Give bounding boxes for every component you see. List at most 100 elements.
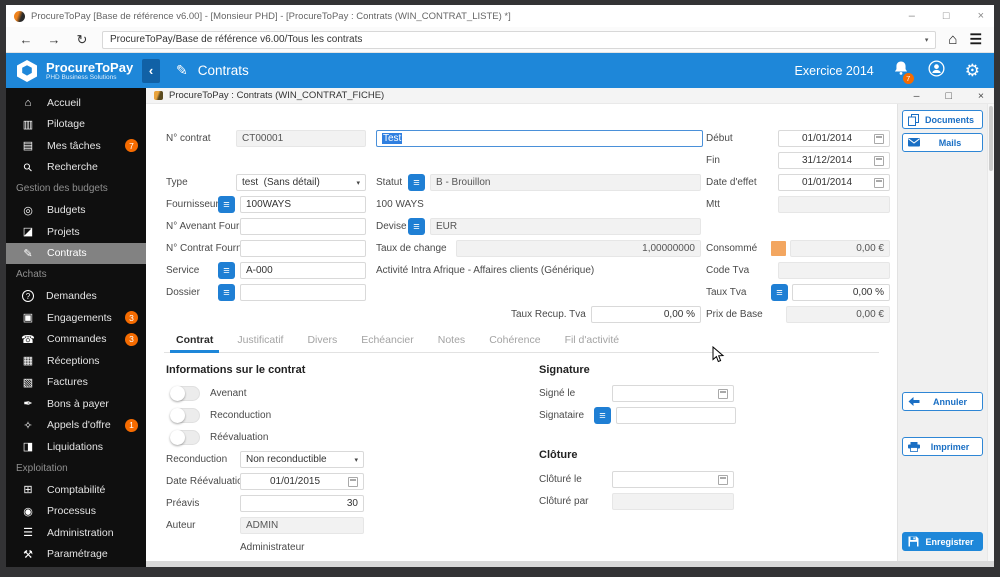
calendar-icon[interactable] <box>718 388 728 399</box>
devise-field[interactable]: EUR <box>430 218 701 235</box>
sidebar-item-engagements[interactable]: ▣ Engagements 3 <box>6 307 146 329</box>
service-lookup-icon[interactable]: ≡ <box>218 262 235 279</box>
inner-minimize-icon[interactable]: – <box>914 90 920 102</box>
calendar-icon[interactable] <box>718 474 728 485</box>
reconduction-dropdown[interactable]: Non reconductible ▾ <box>240 451 364 468</box>
auteur-fullname: Administrateur <box>240 542 305 553</box>
page-title: Contrats <box>197 63 249 78</box>
signataire-field[interactable] <box>616 407 736 424</box>
imprimer-button[interactable]: Imprimer <box>902 437 983 456</box>
close-icon[interactable]: × <box>978 5 984 27</box>
sidebar-item-liquidations[interactable]: ◨ Liquidations <box>6 436 146 458</box>
inner-maximize-icon[interactable]: □ <box>946 90 952 102</box>
vertical-scrollbar[interactable] <box>987 104 994 561</box>
home-icon: ⌂ <box>24 96 32 109</box>
taux-recup-field[interactable]: 0,00 % <box>591 306 701 323</box>
calendar-icon[interactable] <box>874 177 884 188</box>
tab-justificatif[interactable]: Justificatif <box>225 328 295 352</box>
fournisseur-field[interactable]: 100WAYS <box>240 196 366 213</box>
sidebar-item-receptions[interactable]: ▦ Réceptions <box>6 350 146 372</box>
tab-fil-activite[interactable]: Fil d'activité <box>553 328 632 352</box>
sidebar-item-administration[interactable]: ☰ Administration <box>6 522 146 544</box>
mtt-field[interactable] <box>778 196 890 213</box>
sidebar-item-demandes[interactable]: ? Demandes <box>6 286 146 308</box>
menu-icon[interactable]: ☰ <box>969 31 982 48</box>
dossier-lookup-icon[interactable]: ≡ <box>218 284 235 301</box>
inner-close-icon[interactable]: × <box>978 90 984 102</box>
sidebar-item-commandes[interactable]: ☎ Commandes 3 <box>6 329 146 351</box>
statut-field[interactable]: B - Brouillon <box>430 174 701 191</box>
titre-field[interactable]: Test <box>376 130 703 147</box>
taux-change-field[interactable]: 1,00000000 <box>456 240 701 257</box>
calendar-icon[interactable] <box>348 476 358 487</box>
num-contrat-field[interactable]: CT00001 <box>236 130 366 147</box>
sidebar-item-pilotage[interactable]: ▥ Pilotage <box>6 114 146 136</box>
taux-tva-lookup-icon[interactable]: ≡ <box>771 284 788 301</box>
exercice-selector[interactable]: Exercice 2014 <box>795 64 874 78</box>
reevaluation-toggle[interactable] <box>170 430 200 445</box>
date-effet-label: Date d'effet <box>706 177 757 188</box>
back-icon[interactable]: ← <box>18 32 34 47</box>
service-field[interactable]: A-000 <box>240 262 366 279</box>
maximize-icon[interactable]: □ <box>943 5 950 27</box>
tab-notes[interactable]: Notes <box>426 328 477 352</box>
avenant-toggle[interactable] <box>170 386 200 401</box>
sidebar-item-factures[interactable]: ▧ Factures <box>6 372 146 394</box>
sidebar-item-accueil[interactable]: ⌂ Accueil <box>6 92 146 114</box>
sidebar-item-contrats[interactable]: ✎ Contrats <box>6 242 146 264</box>
forward-icon[interactable]: → <box>46 32 62 47</box>
devise-lookup-icon[interactable]: ≡ <box>408 218 425 235</box>
sidebar-item-bons-a-payer[interactable]: ✒ Bons à payer <box>6 393 146 415</box>
sidebar-item-budgets[interactable]: ◎ Budgets <box>6 200 146 222</box>
reconduction-toggle[interactable] <box>170 408 200 423</box>
num-contrat-label: N° contrat <box>166 133 211 144</box>
gear-icon: ⚙ <box>964 60 980 80</box>
sidebar-item-processus[interactable]: ◉ Processus <box>6 501 146 523</box>
cloture-le-field[interactable] <box>612 471 734 488</box>
notifications-button[interactable]: 7 <box>894 61 914 84</box>
debut-field[interactable]: 01/01/2014 <box>778 130 890 147</box>
fin-field[interactable]: 31/12/2014 <box>778 152 890 169</box>
sidebar-item-appels-offre[interactable]: ✧ Appels d'offre 1 <box>6 415 146 437</box>
documents-button[interactable]: Documents <box>902 110 983 129</box>
user-button[interactable] <box>928 59 945 82</box>
window-title: ProcureToPay [Base de référence v6.00] -… <box>31 10 511 22</box>
sidebar-item-comptabilite[interactable]: ⊞ Comptabilité <box>6 479 146 501</box>
tab-echeancier[interactable]: Echéancier <box>349 328 426 352</box>
calendar-icon[interactable] <box>874 133 884 144</box>
avenant-fournisseur-field[interactable] <box>240 218 366 235</box>
contrat-fournisseur-field[interactable] <box>240 240 366 257</box>
home-icon[interactable]: ⌂ <box>948 31 957 48</box>
code-tva-field[interactable] <box>778 262 890 279</box>
annuler-button[interactable]: Annuler <box>902 392 983 411</box>
settings-button[interactable]: ⚙ <box>965 61 980 81</box>
sidebar-item-projets[interactable]: ◪ Projets <box>6 221 146 243</box>
type-dropdown[interactable]: test (Sans détail) ▾ <box>236 174 366 191</box>
taux-tva-field[interactable]: 0,00 % <box>792 284 890 301</box>
calendar-icon[interactable] <box>874 155 884 166</box>
preavis-field[interactable]: 30 <box>240 495 364 512</box>
mails-button[interactable]: Mails <box>902 133 983 152</box>
sidebar-section-exploitation: Exploitation <box>16 462 68 474</box>
sidebar-item-mes-taches[interactable]: ▤ Mes tâches 7 <box>6 135 146 157</box>
tab-divers[interactable]: Divers <box>295 328 349 352</box>
tab-coherence[interactable]: Cohérence <box>477 328 552 352</box>
refresh-icon[interactable]: ↻ <box>74 32 90 48</box>
fournisseur-lookup-icon[interactable]: ≡ <box>218 196 235 213</box>
date-effet-field[interactable]: 01/01/2014 <box>778 174 890 191</box>
enregistrer-button[interactable]: Enregistrer <box>902 532 983 551</box>
date-reevaluation-field[interactable]: 01/01/2015 <box>240 473 364 490</box>
signe-le-field[interactable] <box>612 385 734 402</box>
scrollbar-thumb[interactable] <box>989 106 993 171</box>
signataire-lookup-icon[interactable]: ≡ <box>594 407 611 424</box>
address-input[interactable]: ProcureToPay/Base de référence v6.00/Tou… <box>102 30 937 49</box>
statut-lookup-icon[interactable]: ≡ <box>408 174 425 191</box>
tab-contrat[interactable]: Contrat <box>164 328 225 353</box>
sidebar-item-recherche[interactable]: ⚲ Recherche <box>6 157 146 179</box>
dossier-field[interactable] <box>240 284 366 301</box>
sidebar-collapse-button[interactable]: ‹ <box>142 58 160 83</box>
devise-label: Devise <box>376 221 407 232</box>
minimize-icon[interactable]: – <box>909 5 915 27</box>
address-caret-icon[interactable]: ▾ <box>925 36 929 44</box>
sidebar-item-parametrage[interactable]: ⚒ Paramétrage <box>6 544 146 566</box>
